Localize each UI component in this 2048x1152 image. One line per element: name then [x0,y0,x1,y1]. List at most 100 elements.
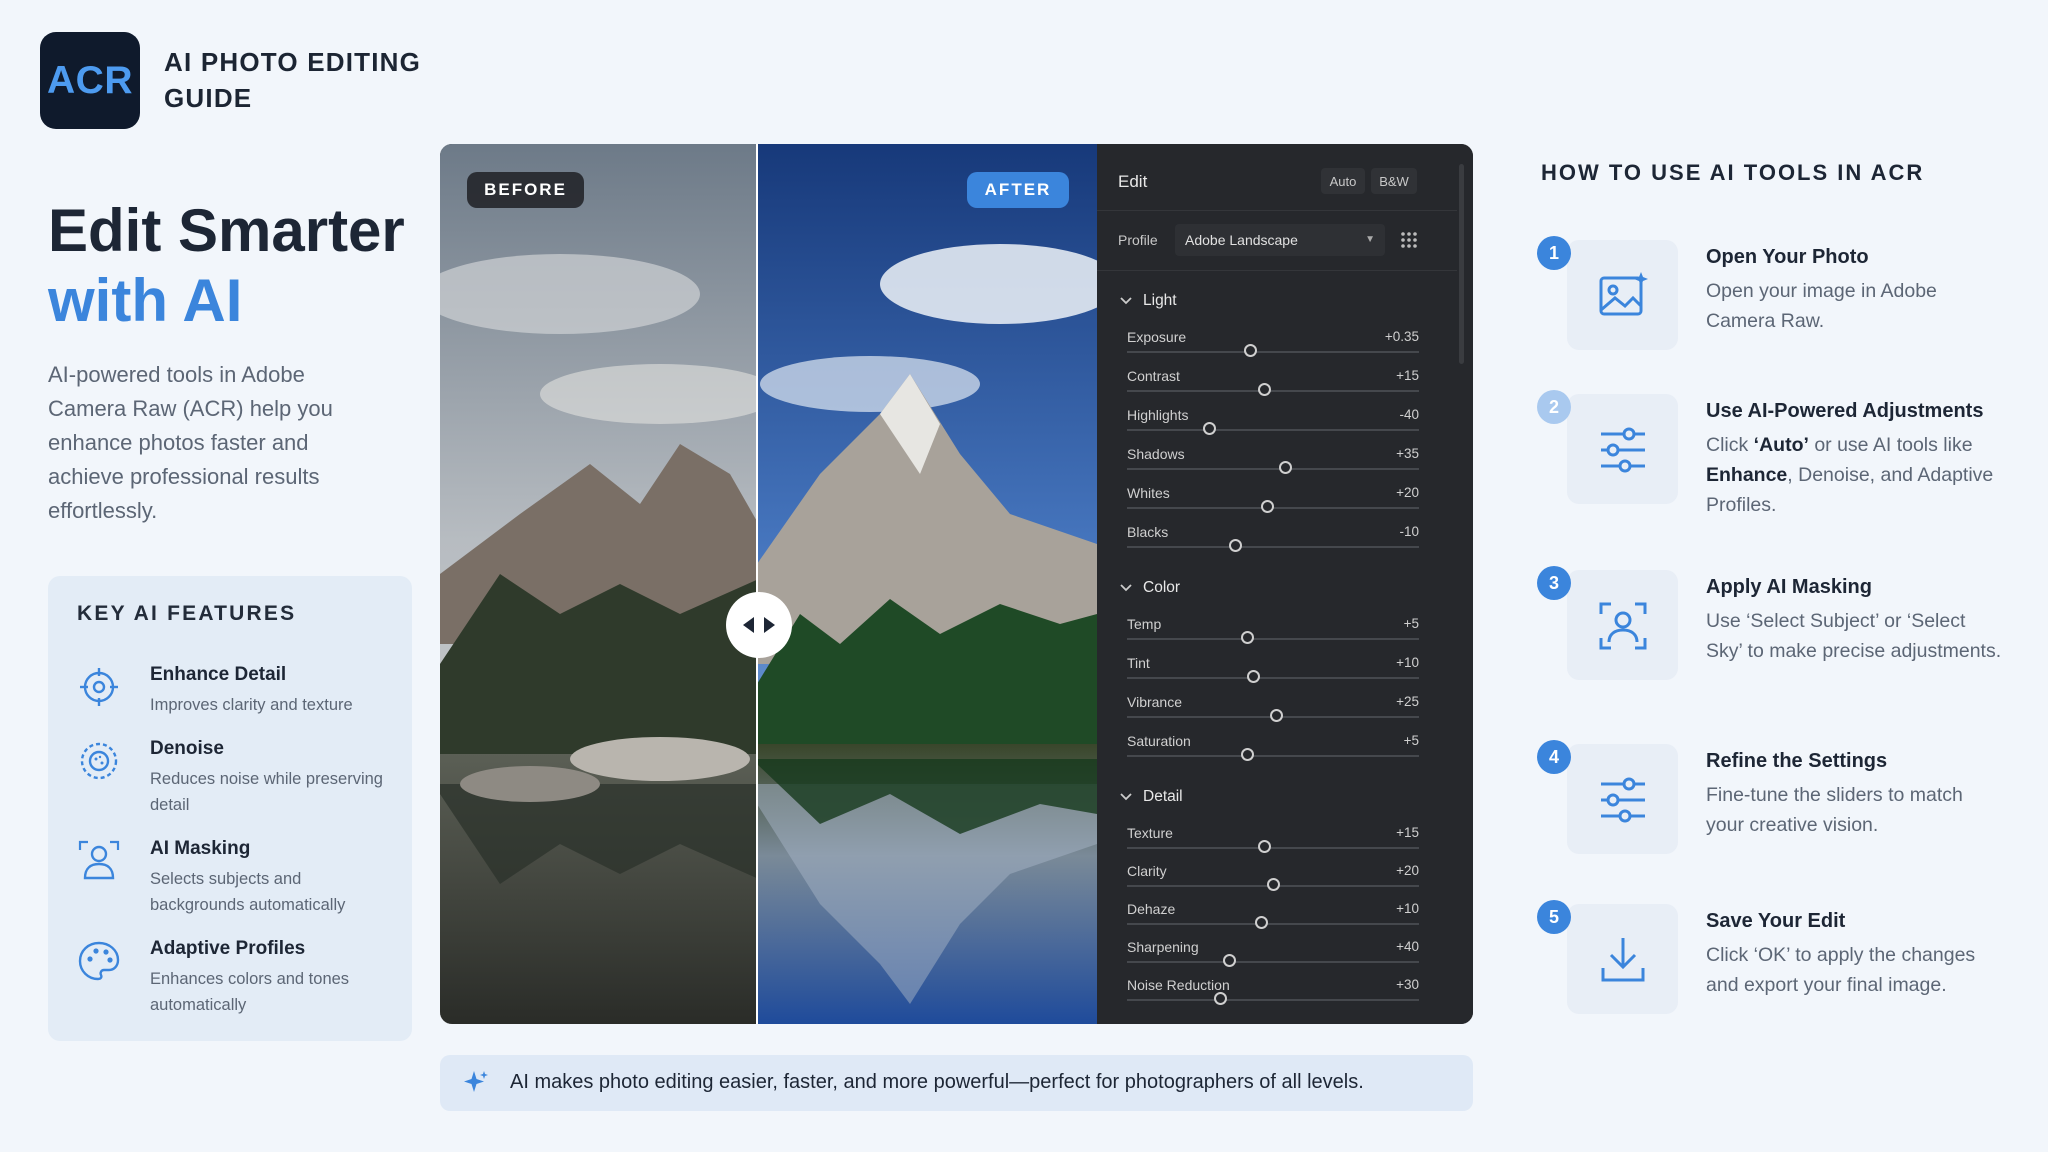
section-light[interactable]: Light [1119,292,1177,310]
section-color[interactable]: Color [1119,579,1180,597]
slider-label: Highlights [1127,407,1189,423]
slider-value[interactable]: -10 [1399,524,1419,539]
slider-track[interactable] [1127,961,1419,963]
slider-tint[interactable]: Tint +10 [1127,655,1419,694]
slider-value[interactable]: +30 [1396,977,1419,992]
slider-knob[interactable] [1240,631,1254,644]
slider-label: Vibrance [1127,694,1183,710]
slider-knob[interactable] [1214,992,1228,1005]
slider-knob[interactable] [1223,954,1237,967]
slider-value[interactable]: +40 [1396,939,1419,954]
slider-highlights[interactable]: Highlights -40 [1127,407,1419,446]
slider-knob[interactable] [1246,670,1260,683]
slider-knob[interactable] [1261,500,1275,513]
slider-clarity[interactable]: Clarity +20 [1127,863,1419,902]
camera-raw-editor: BEFORE AFTER Edit Auto B&W Profile Adobe… [440,144,1473,1024]
slider-knob[interactable] [1202,422,1216,435]
slider-track[interactable] [1127,999,1419,1001]
slider-knob[interactable] [1243,344,1257,357]
before-after-photo [440,144,1097,1024]
slider-label: Temp [1127,616,1162,632]
slider-track[interactable] [1127,468,1419,470]
slider-saturation[interactable]: Saturation +5 [1127,733,1419,772]
profile-dropdown[interactable]: Adobe Landscape ▼ [1175,224,1385,256]
step-number-badge: 3 [1537,566,1571,600]
slider-value[interactable]: +10 [1396,901,1419,916]
slider-value[interactable]: +0.35 [1385,329,1419,344]
profile-browser-grid-icon[interactable] [1399,230,1419,250]
slider-track[interactable] [1127,546,1419,548]
step-desc-bold: Enhance [1706,464,1788,486]
slider-track[interactable] [1127,390,1419,392]
slider-vibrance[interactable]: Vibrance +25 [1127,694,1419,733]
slider-track[interactable] [1127,638,1419,640]
slider-label: Clarity [1127,863,1167,879]
slider-knob[interactable] [1240,748,1254,761]
sliders-icon [1601,427,1645,473]
section-detail[interactable]: Detail [1119,788,1183,806]
slider-dehaze[interactable]: Dehaze +10 [1127,901,1419,940]
slider-label: Whites [1127,485,1170,501]
slider-value[interactable]: +15 [1396,368,1419,383]
auto-button[interactable]: Auto [1321,168,1365,194]
bw-button[interactable]: B&W [1371,168,1417,194]
profile-value: Adobe Landscape [1185,232,1298,248]
section-label: Light [1143,292,1177,309]
slider-knob[interactable] [1269,709,1283,722]
slider-label: Contrast [1127,368,1180,384]
slider-knob[interactable] [1258,383,1272,396]
slider-value[interactable]: +15 [1396,825,1419,840]
slider-label: Sharpening [1127,939,1199,955]
step-desc: Open your image in Adobe Camera Raw. [1706,280,1937,332]
slider-value[interactable]: +20 [1396,863,1419,878]
slider-value[interactable]: +10 [1396,655,1419,670]
slider-value[interactable]: +20 [1396,485,1419,500]
slider-shadows[interactable]: Shadows +35 [1127,446,1419,485]
slider-knob[interactable] [1258,840,1272,853]
slider-knob[interactable] [1278,461,1292,474]
step-icon-card [1567,394,1678,504]
step-number-badge: 4 [1537,740,1571,774]
panel-scrollbar[interactable] [1459,164,1464,364]
slider-value[interactable]: -40 [1399,407,1419,422]
slider-value[interactable]: +35 [1396,446,1419,461]
after-badge: AFTER [967,172,1069,208]
slider-value[interactable]: +5 [1404,616,1419,631]
slider-contrast[interactable]: Contrast +15 [1127,368,1419,407]
slider-label: Texture [1127,825,1173,841]
slider-value[interactable]: +25 [1396,694,1419,709]
tip-text: AI makes photo editing easier, faster, a… [510,1071,1364,1093]
step-desc-part: or use AI tools like [1808,434,1973,456]
slider-sharpening[interactable]: Sharpening +40 [1127,939,1419,978]
slider-knob[interactable] [1267,878,1280,891]
slider-label: Shadows [1127,446,1185,462]
slider-whites[interactable]: Whites +20 [1127,485,1419,524]
masking-icon [78,840,120,880]
palette-icon [78,941,120,981]
feature-title: Enhance Detail [150,664,287,685]
slider-exposure[interactable]: Exposure +0.35 [1127,329,1419,368]
how-to-heading: HOW TO USE AI TOOLS IN ACR [1541,160,1925,185]
compare-slider-handle[interactable] [726,592,792,658]
slider-temp[interactable]: Temp +5 [1127,616,1419,655]
hero-heading: Edit Smarter with AI [48,196,405,336]
hero-line-1: Edit Smarter [48,197,405,264]
slider-track[interactable] [1127,755,1419,757]
slider-noise-reduction[interactable]: Noise Reduction +30 [1127,977,1419,1016]
slider-knob[interactable] [1229,539,1243,552]
image-icon [1599,272,1648,316]
slider-knob[interactable] [1255,916,1269,929]
slider-blacks[interactable]: Blacks -10 [1127,524,1419,563]
features-heading: KEY AI FEATURES [77,602,297,625]
slider-track[interactable] [1127,677,1419,679]
slider-track[interactable] [1127,429,1419,431]
profile-label: Profile [1118,232,1158,248]
step-title: Open Your Photo [1706,246,1869,268]
slider-track[interactable] [1127,923,1419,925]
slider-track[interactable] [1127,847,1419,849]
step-number-badge: 1 [1537,236,1571,270]
slider-value[interactable]: +5 [1404,733,1419,748]
feature-title: Adaptive Profiles [150,938,306,959]
slider-track[interactable] [1127,351,1419,353]
slider-texture[interactable]: Texture +15 [1127,825,1419,864]
